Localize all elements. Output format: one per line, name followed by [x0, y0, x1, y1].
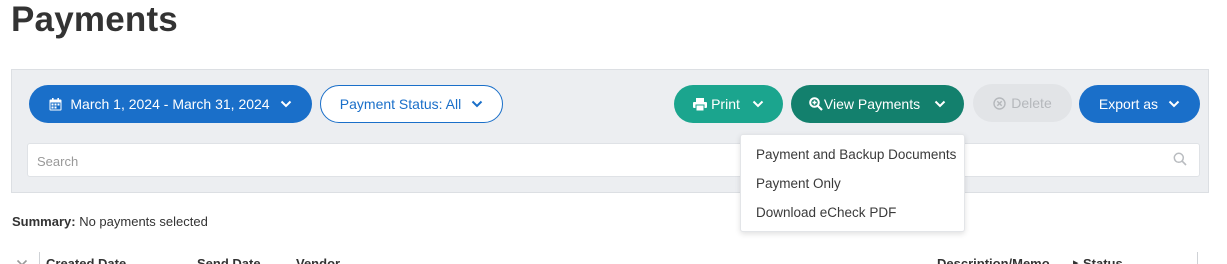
magnifier-plus-icon — [809, 97, 823, 111]
chevron-down-icon — [934, 100, 946, 108]
selection-summary: Summary: No payments selected — [12, 214, 208, 229]
payment-status-filter[interactable]: Payment Status: All — [320, 85, 503, 123]
delete-label: Delete — [1011, 95, 1052, 111]
view-payments-button[interactable]: View Payments — [791, 85, 964, 123]
print-button[interactable]: Print — [674, 85, 783, 123]
summary-text: No payments selected — [79, 214, 208, 229]
search-input[interactable] — [37, 152, 1157, 170]
chevron-down-icon — [280, 100, 291, 108]
delete-button[interactable]: Delete — [973, 84, 1072, 122]
payment-status-label: Payment Status: All — [339, 96, 462, 112]
menu-item-payment-and-backup[interactable]: Payment and Backup Documents — [756, 147, 956, 162]
export-label: Export as — [1098, 96, 1159, 112]
calendar-icon — [49, 97, 62, 110]
table-header: Created Date Send Date Vendor Descriptio… — [11, 250, 1209, 264]
view-payments-menu: Payment and Backup Documents Payment Onl… — [740, 134, 965, 232]
menu-item-download-echeck[interactable]: Download eCheck PDF — [756, 205, 896, 220]
column-divider — [1197, 252, 1198, 264]
page-title: Payments — [11, 0, 178, 39]
search-box — [27, 143, 1200, 177]
date-range-label: March 1, 2024 - March 31, 2024 — [70, 96, 270, 112]
printer-icon — [693, 97, 708, 111]
export-button[interactable]: Export as — [1079, 85, 1200, 123]
column-header-status[interactable]: Status — [1083, 256, 1123, 264]
column-header-send-date[interactable]: Send Date — [197, 256, 261, 264]
view-payments-label: View Payments — [823, 96, 921, 112]
chevron-down-icon — [1168, 100, 1180, 108]
chevron-down-icon — [471, 100, 483, 108]
date-range-button[interactable]: March 1, 2024 - March 31, 2024 — [29, 85, 312, 123]
search-icon[interactable] — [1173, 152, 1187, 166]
menu-item-payment-only[interactable]: Payment Only — [756, 176, 841, 191]
column-header-vendor[interactable]: Vendor — [296, 256, 340, 264]
column-divider — [39, 252, 40, 264]
column-header-created-date[interactable]: Created Date — [46, 256, 126, 264]
summary-label: Summary: — [12, 214, 76, 229]
column-header-description-memo[interactable]: Description/Memo — [937, 256, 1050, 264]
print-label: Print — [711, 96, 740, 112]
chevron-down-icon — [752, 100, 764, 108]
sort-arrow-icon: ▸ — [1073, 257, 1079, 264]
circle-x-icon — [993, 96, 1006, 110]
chevron-down-icon[interactable] — [16, 259, 28, 264]
